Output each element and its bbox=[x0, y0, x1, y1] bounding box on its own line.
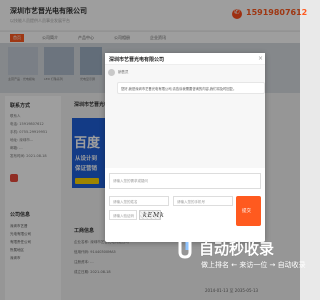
submit-label: 提交 bbox=[242, 209, 251, 214]
phone-field[interactable]: 请输入您的手机号 bbox=[173, 196, 233, 206]
watermark: 自动秒收录 做上排名 ← 来访一位 → 自动收录 bbox=[175, 238, 306, 278]
submit-button[interactable]: 提交 bbox=[236, 196, 261, 226]
captcha-image[interactable]: kEMk bbox=[139, 210, 164, 220]
close-icon[interactable]: × bbox=[257, 55, 264, 62]
chat-bubble: 您好,我是深圳市艺晋光电有限公司,请告诉我需要咨询的内容,我们将及时回复。 bbox=[117, 82, 265, 94]
watermark-logo-icon bbox=[178, 242, 192, 259]
message-placeholder: 请输入您的需求或疑问 bbox=[113, 179, 148, 183]
agent-name: 销售员 bbox=[118, 70, 129, 74]
watermark-title: 自动秒收录 bbox=[199, 240, 275, 258]
captcha-field[interactable]: 请输入验证码 bbox=[109, 210, 137, 220]
chat-area: 销售员 您好,我是深圳市艺晋光电有限公司,请告诉我需要咨询的内容,我们将及时回复… bbox=[105, 65, 265, 168]
chat-message: 您好,我是深圳市艺晋光电有限公司,请告诉我需要咨询的内容,我们将及时回复。 bbox=[121, 87, 237, 91]
captcha-code: kEMk bbox=[143, 212, 165, 219]
phone-placeholder: 请输入您的手机号 bbox=[177, 200, 205, 204]
inquiry-dialog: 深圳市艺晋光电有限公司 × 销售员 您好,我是深圳市艺晋光电有限公司,请告诉我需… bbox=[105, 53, 265, 242]
captcha-placeholder: 请输入验证码 bbox=[113, 214, 134, 218]
agent-avatar bbox=[108, 69, 115, 76]
dialog-title: 深圳市艺晋光电有限公司 bbox=[109, 57, 165, 63]
watermark-subtitle: 做上排名 ← 来访一位 → 自动收录 bbox=[201, 261, 306, 269]
dialog-header: 深圳市艺晋光电有限公司 × bbox=[105, 53, 265, 65]
name-field[interactable]: 请输入您的姓名 bbox=[109, 196, 169, 206]
name-placeholder: 请输入您的姓名 bbox=[113, 200, 138, 204]
message-textarea[interactable]: 请输入您的需求或疑问 bbox=[109, 173, 261, 189]
